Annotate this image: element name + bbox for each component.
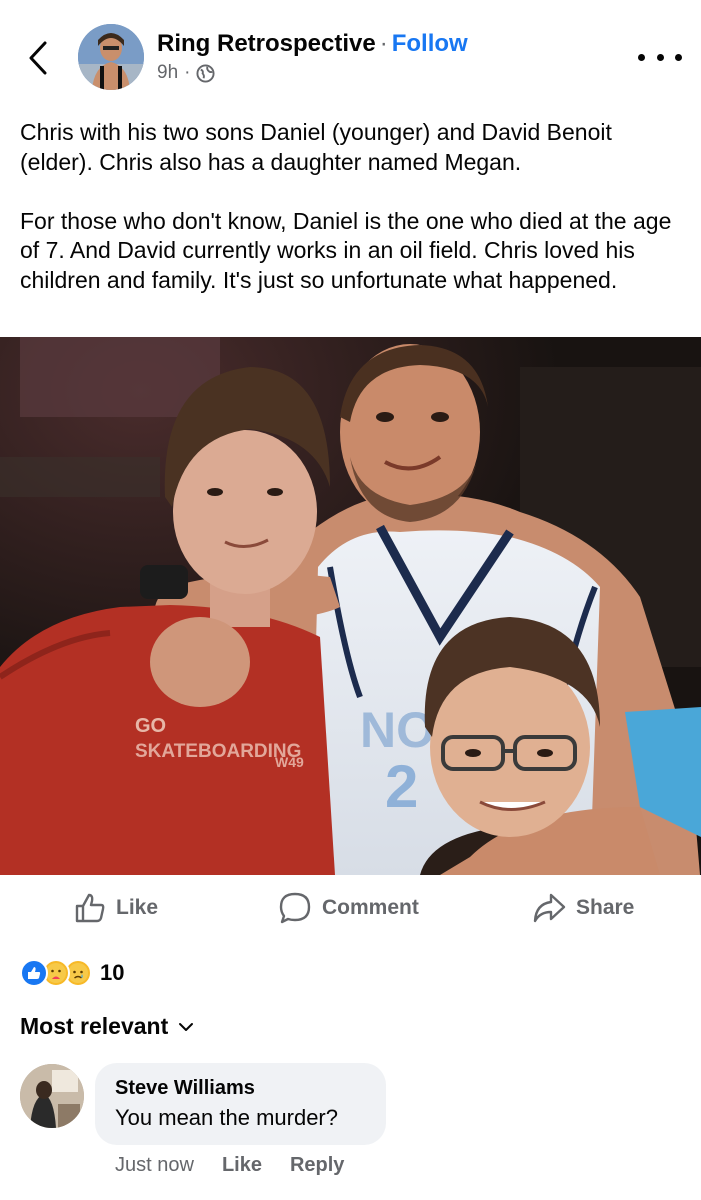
comment-like-button[interactable]: Like bbox=[222, 1154, 262, 1177]
post-paragraph: Chris with his two sons Daniel (younger)… bbox=[20, 119, 612, 175]
shirt-text-go: GO bbox=[135, 715, 166, 737]
commenter-avatar[interactable] bbox=[20, 1064, 84, 1128]
share-arrow-icon bbox=[533, 893, 566, 923]
comment-reply-button[interactable]: Reply bbox=[290, 1154, 344, 1177]
comment-label: Comment bbox=[322, 896, 419, 919]
post-body: Chris with his two sons Daniel (younger)… bbox=[20, 118, 682, 295]
comment-bubble-icon bbox=[279, 892, 311, 924]
share-label: Share bbox=[576, 896, 635, 919]
page-name-row: Ring Retrospective · Follow bbox=[157, 30, 468, 58]
comment-button[interactable]: Comment bbox=[278, 891, 419, 925]
shirt-text-w49: W49 bbox=[275, 754, 304, 770]
reaction-count: 10 bbox=[100, 960, 125, 985]
reaction-summary[interactable]: 10 bbox=[20, 957, 124, 989]
comment-author[interactable]: Steve Williams bbox=[115, 1075, 366, 1101]
post-paragraph: For those who don't know, Daniel is the … bbox=[20, 207, 672, 293]
comment-text: You mean the murder? bbox=[115, 1105, 338, 1130]
page-name[interactable]: Ring Retrospective bbox=[157, 30, 376, 57]
comment-sort-label: Most relevant bbox=[20, 1013, 169, 1039]
page-avatar[interactable] bbox=[78, 24, 144, 90]
like-reaction-icon bbox=[20, 959, 48, 987]
follow-button[interactable]: Follow bbox=[392, 30, 468, 57]
like-label: Like bbox=[116, 896, 159, 919]
post-timestamp[interactable]: 9h bbox=[157, 62, 178, 84]
name-separator: · bbox=[379, 30, 388, 57]
post-actions: Like Comment Share bbox=[0, 883, 701, 933]
post-header: Ring Retrospective · Follow 9h · bbox=[0, 0, 701, 110]
comment-bubble[interactable]: Steve Williams You mean the murder? bbox=[95, 1063, 386, 1145]
more-dots-icon bbox=[638, 53, 645, 61]
post-meta: 9h · bbox=[157, 62, 215, 84]
like-button[interactable]: Like bbox=[74, 891, 158, 925]
share-button[interactable]: Share bbox=[532, 891, 634, 925]
thumbs-up-icon bbox=[75, 893, 105, 923]
comment-time: Just now bbox=[115, 1154, 194, 1176]
more-options-button[interactable] bbox=[638, 44, 682, 70]
jersey-number: 2 bbox=[385, 753, 418, 820]
comment-sort-dropdown[interactable]: Most relevant bbox=[20, 1013, 194, 1040]
meta-separator: · bbox=[184, 62, 191, 83]
post-photo[interactable]: NO 2 GO SKATEBOARDING W49 bbox=[0, 337, 701, 875]
back-button[interactable] bbox=[22, 38, 54, 78]
chevron-down-icon bbox=[179, 1022, 194, 1031]
jersey-text: NO bbox=[360, 702, 435, 758]
chevron-left-icon bbox=[29, 41, 47, 75]
comment-meta: Just now Like Reply bbox=[115, 1154, 344, 1177]
globe-icon bbox=[196, 63, 215, 83]
